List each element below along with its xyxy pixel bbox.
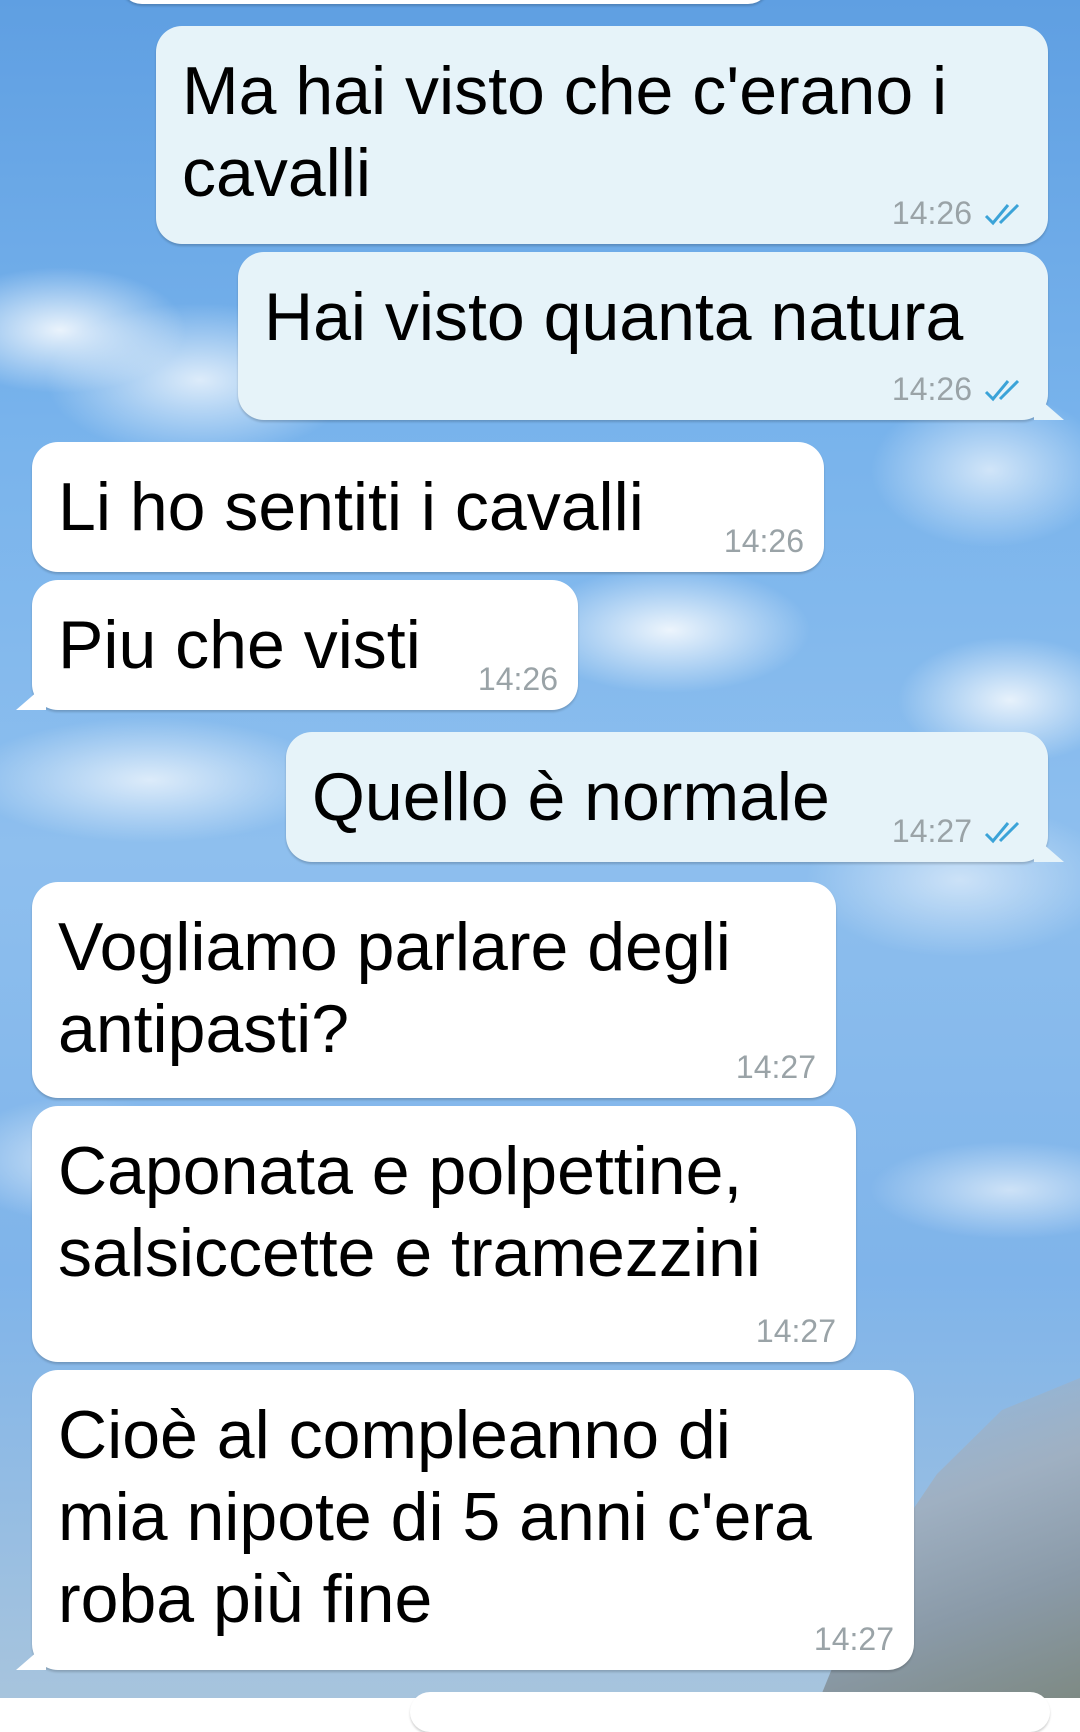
message-meta: 14:27: [814, 1621, 894, 1658]
message-meta: 14:26: [478, 661, 558, 698]
message-time: 14:27: [813, 1621, 894, 1657]
message-text: Vogliamo parlare degli antipasti?: [58, 909, 731, 1067]
message-text: Ma hai visto che c'erano i cavalli: [182, 53, 948, 211]
double-check-icon: [984, 203, 1020, 225]
message-meta: 14:26: [892, 371, 1030, 408]
message-bubble-partial-top[interactable]: [120, 0, 770, 4]
message-text: Cioè al compleanno di mia nipote di 5 an…: [58, 1397, 812, 1637]
message-time: 14:27: [735, 1049, 816, 1085]
message-bubble-incoming[interactable]: Li ho sentiti i cavalli 14:26: [32, 442, 824, 572]
message-text: Hai visto quanta natura: [264, 279, 964, 355]
message-time: 14:26: [477, 661, 558, 697]
message-bubble-incoming[interactable]: Caponata e polpettine, salsiccette e tra…: [32, 1106, 856, 1362]
message-bubble-outgoing[interactable]: Hai visto quanta natura 14:26: [238, 252, 1064, 420]
message-meta: 14:27: [756, 1313, 836, 1350]
message-text: Li ho sentiti i cavalli: [58, 469, 644, 545]
message-time: 14:26: [891, 195, 972, 231]
message-time: 14:26: [723, 523, 804, 559]
message-bubble-outgoing[interactable]: Ma hai visto che c'erano i cavalli 14:26: [156, 26, 1048, 244]
message-meta: 14:27: [736, 1049, 816, 1086]
message-bubble-partial-bottom[interactable]: [410, 1692, 1050, 1732]
double-check-icon: [984, 821, 1020, 843]
message-bubble-incoming[interactable]: Cioè al compleanno di mia nipote di 5 an…: [16, 1370, 914, 1670]
double-check-icon: [984, 379, 1020, 401]
message-text: Quello è normale: [312, 759, 830, 835]
message-text: Caponata e polpettine, salsiccette e tra…: [58, 1133, 761, 1291]
message-meta: 14:26: [892, 195, 1030, 232]
message-meta: 14:27: [892, 813, 1030, 850]
message-time: 14:26: [891, 371, 972, 407]
message-text: Piu che visti: [58, 607, 421, 683]
message-time: 14:27: [755, 1313, 836, 1349]
message-bubble-outgoing[interactable]: Quello è normale 14:27: [286, 732, 1064, 862]
message-meta: 14:26: [724, 523, 804, 560]
message-bubble-incoming[interactable]: Vogliamo parlare degli antipasti? 14:27: [32, 882, 836, 1098]
message-time: 14:27: [891, 813, 972, 849]
message-bubble-incoming[interactable]: Piu che visti 14:26: [16, 580, 578, 710]
